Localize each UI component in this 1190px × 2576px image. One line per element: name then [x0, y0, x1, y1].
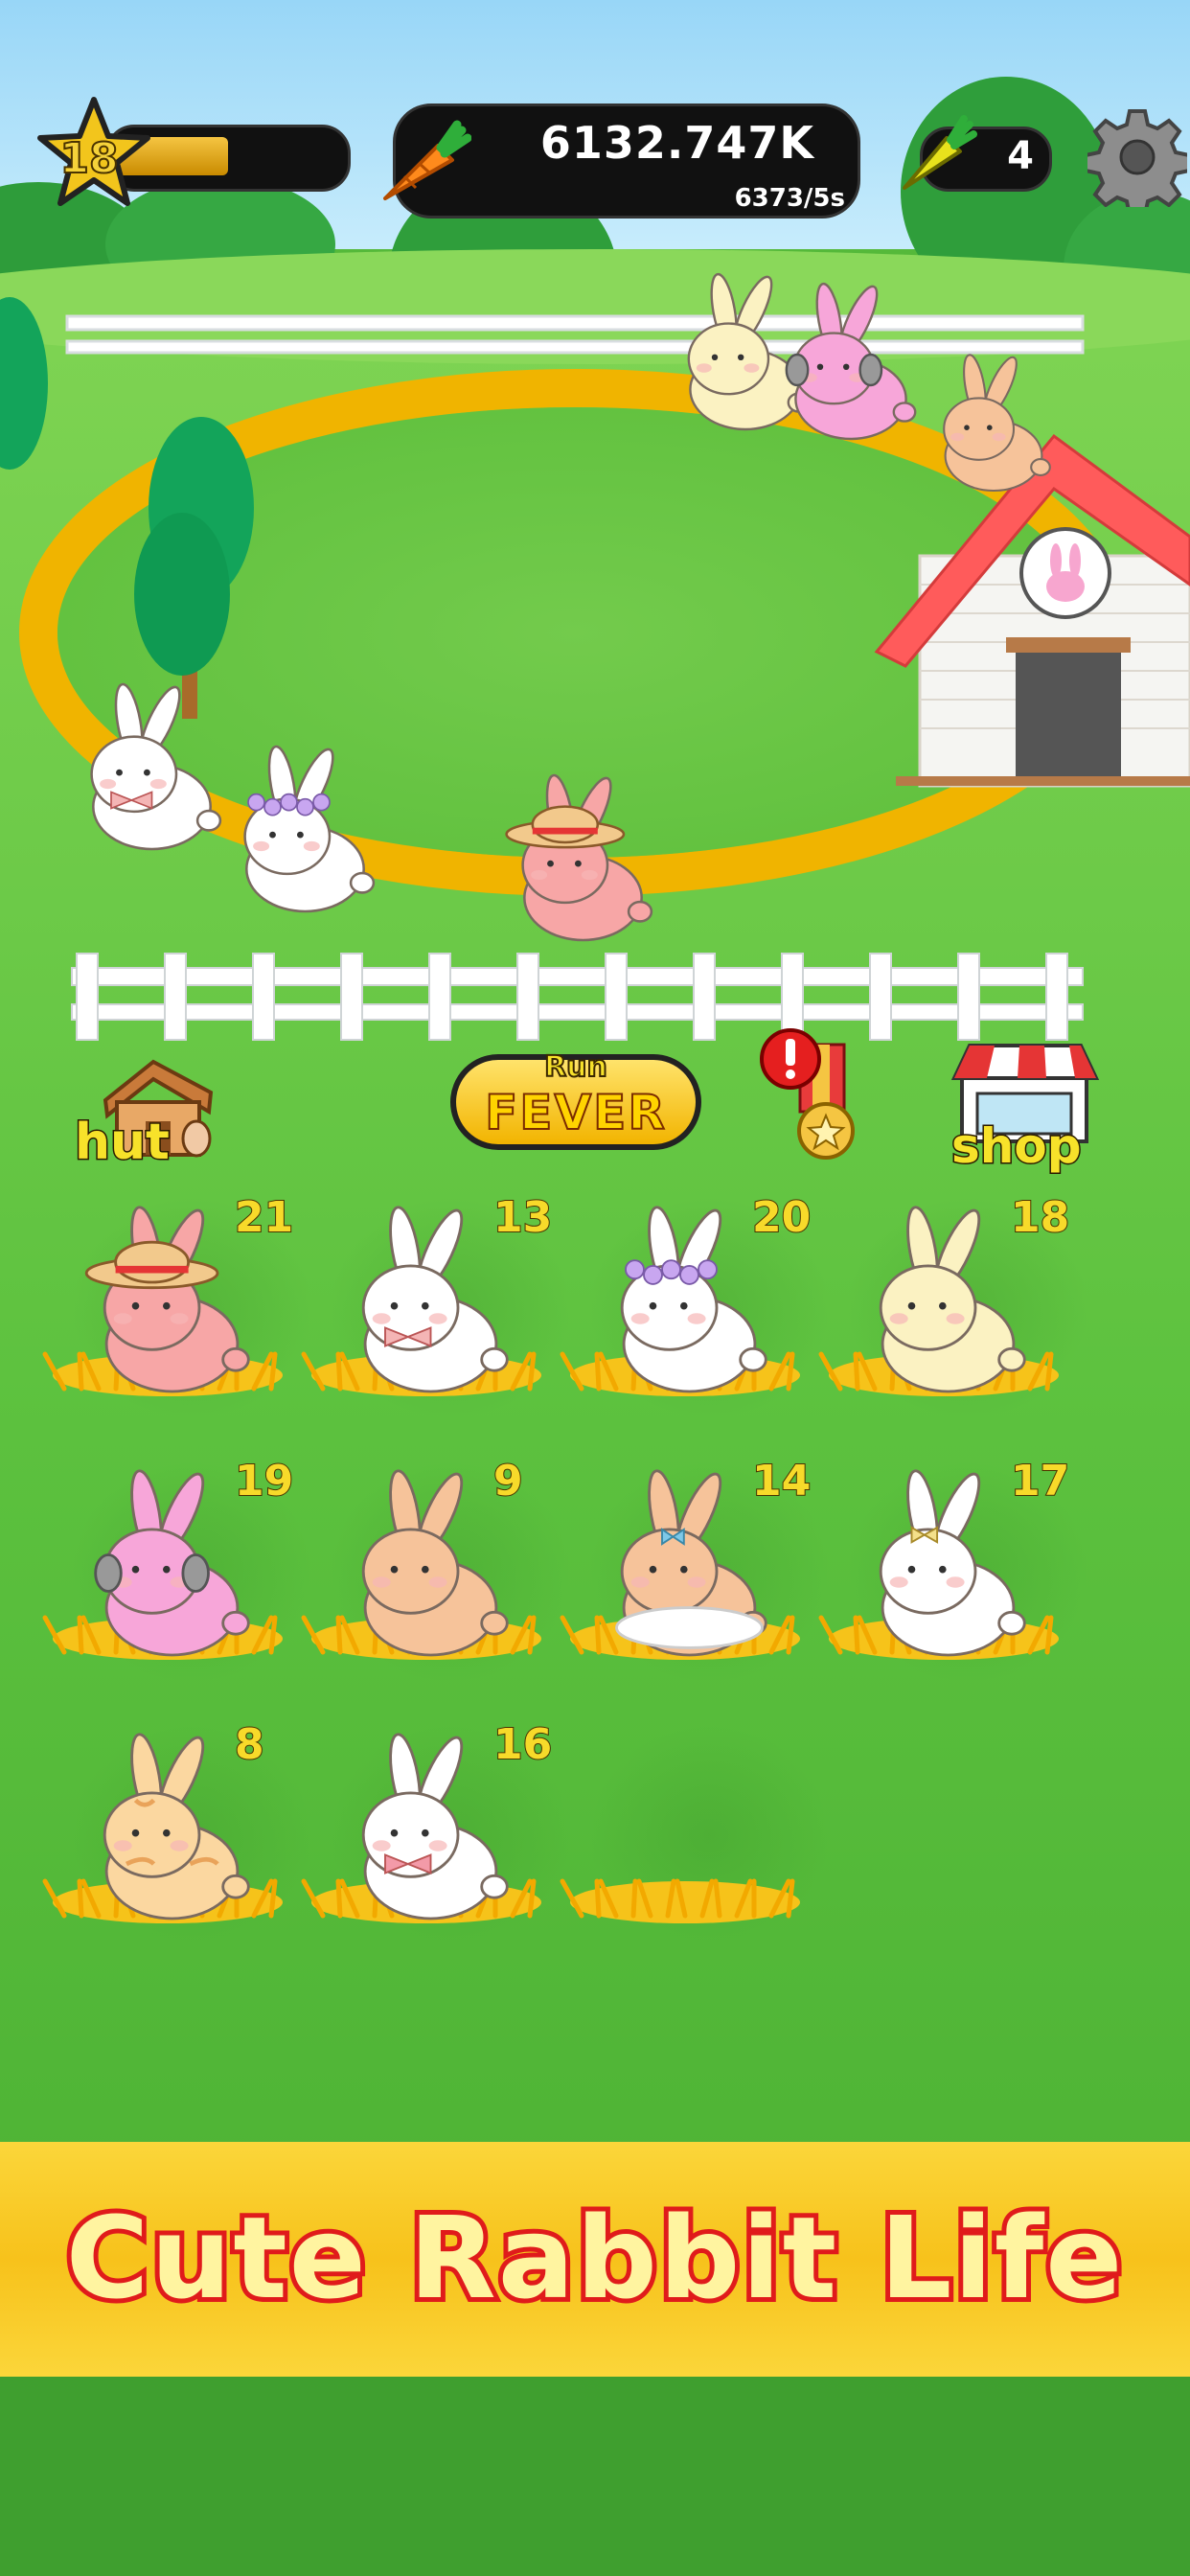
fence-post	[340, 953, 363, 1041]
slot-level: 19	[234, 1456, 294, 1506]
alert-icon	[760, 1028, 821, 1090]
golden-carrot-icon	[903, 115, 977, 190]
slot-level: 8	[234, 1719, 265, 1770]
achievement-button[interactable]	[757, 1025, 862, 1169]
hay-bed	[560, 1878, 800, 1923]
carrot-icon	[383, 120, 471, 200]
fence-post	[869, 953, 892, 1041]
fever-label: FEVER	[484, 1084, 667, 1141]
hut-label: hut	[74, 1113, 172, 1173]
hut-button[interactable]: hut	[67, 1054, 230, 1179]
fence-post	[957, 953, 980, 1041]
slot-level: 9	[492, 1456, 524, 1506]
ticket-count: 4	[1007, 134, 1034, 178]
slot-level: 17	[1010, 1456, 1070, 1506]
slot-level: 18	[1010, 1192, 1070, 1243]
slot-level: 16	[492, 1719, 553, 1770]
banner-title: Cute Rabbit Life	[61, 2187, 1128, 2329]
fence-post	[252, 953, 275, 1041]
fever-button[interactable]: Run FEVER	[450, 1049, 701, 1150]
income-rate: 6373/5s	[734, 184, 845, 213]
slot-level: 13	[492, 1192, 553, 1243]
level-number: 18	[58, 133, 119, 184]
money-value: 6132.747K	[539, 117, 814, 169]
slot-level: 14	[751, 1456, 812, 1506]
shop-label: shop	[950, 1117, 1083, 1176]
fence-post	[1045, 953, 1068, 1041]
fence-post	[76, 953, 99, 1041]
fence-post	[164, 953, 187, 1041]
shop-button[interactable]: shop	[949, 1040, 1102, 1184]
slot-level: 21	[234, 1192, 294, 1243]
fever-run-label: Run	[543, 1049, 608, 1085]
fence-post	[516, 953, 539, 1041]
title-banner: Cute Rabbit Life	[0, 2142, 1190, 2377]
fence-post	[693, 953, 716, 1041]
settings-gear-icon[interactable]	[1087, 107, 1187, 207]
fence-post	[428, 953, 451, 1041]
fence-post	[605, 953, 628, 1041]
hud-bar: 18 6132.747K 6373/5s 4	[0, 0, 1190, 230]
slot-level: 20	[751, 1192, 812, 1243]
